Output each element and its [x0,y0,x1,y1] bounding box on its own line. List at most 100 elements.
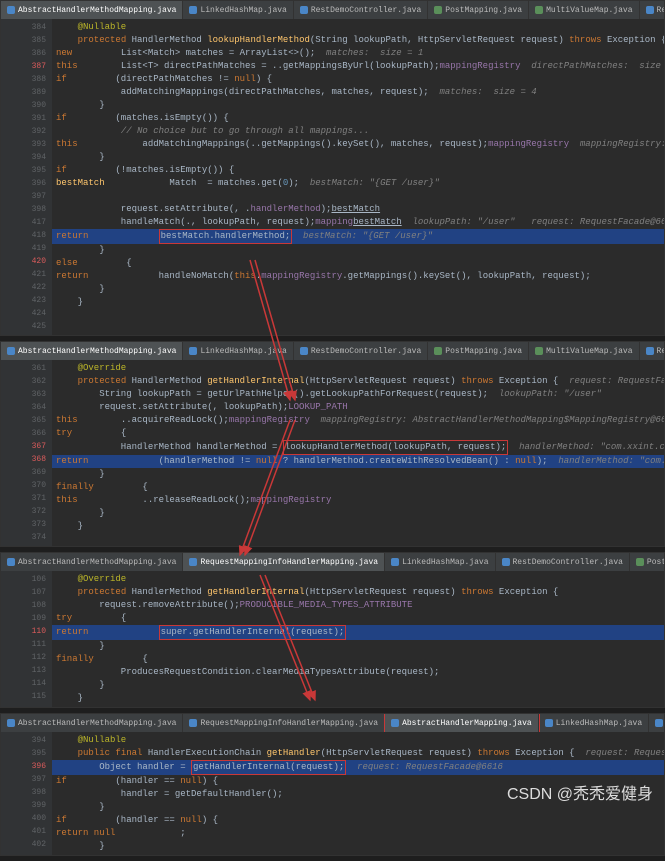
code-line[interactable]: } [52,99,664,112]
tab-restdemocontroller-java[interactable]: RestDemoController.java [294,1,428,19]
code-line[interactable]: @Override [52,362,664,375]
code-line[interactable]: HandlerMethod handlerMethod = lookupHand… [52,440,664,455]
tab-requestmappinginfohandlermapping-java[interactable]: RequestMappingInfoHandlerMapping.java [640,342,664,360]
tab-label: PostMapping.java [445,347,522,356]
tab-linkedhashmap-java[interactable]: LinkedHashMap.java [183,342,293,360]
code-line[interactable]: new List<Match> matches = ArrayList<>();… [52,47,664,60]
code-line[interactable]: } [52,507,664,520]
tab-multivaluemap-java[interactable]: MultiValueMap.java [529,1,639,19]
code-line[interactable]: if (directPathMatches != null) { [52,73,664,86]
tab-linkedhashmap-java[interactable]: LinkedHashMap.java [539,714,649,732]
tab-postmapping-java[interactable]: PostMapping.java [428,1,529,19]
code-line[interactable]: try { [52,612,664,625]
code-line[interactable]: Object handler = getHandlerInternal(requ… [52,760,664,775]
code-line[interactable]: if (!matches.isEmpty()) { [52,164,664,177]
code-line[interactable]: String lookupPath = getUrlPathHelper().g… [52,388,664,401]
code-line[interactable]: // No choice but to go through all mappi… [52,125,664,138]
tab-label: LinkedHashMap.java [200,6,286,15]
gutter: 3843853863873883893903913923933943953963… [1,19,52,335]
tab-requestmappinginfohandlermapping-java[interactable]: RequestMappingInfoHandlerMapping.java [183,553,385,571]
code-line[interactable]: bestMatch Match = matches.get(0); bestMa… [52,177,664,190]
gutter: 106107108109110111112113114115 [1,571,52,707]
code-line[interactable]: return handleNoMatch(this.mappingRegistr… [52,270,664,283]
code-line[interactable]: return bestMatch.handlerMethod; bestMatc… [52,229,664,244]
code-line[interactable]: } [52,468,664,481]
breakpoint[interactable]: 420 [1,255,46,268]
code-area[interactable]: @Override protected HandlerMethod getHan… [52,360,664,546]
code-line[interactable]: finally { [52,481,664,494]
tab-abstracthandlermethodmapping-java[interactable]: AbstractHandlerMethodMapping.java [1,342,183,360]
file-icon [7,6,15,14]
code-area[interactable]: @Nullable protected HandlerMethod lookup… [52,19,664,335]
tab-restdemocontroller-java[interactable]: RestDemoController.java [649,714,664,732]
code-line[interactable]: try { [52,427,664,440]
tab-restdemocontroller-java[interactable]: RestDemoController.java [294,342,428,360]
code-line[interactable]: protected HandlerMethod getHandlerIntern… [52,375,664,388]
code-line[interactable]: } [52,520,664,533]
breakpoint[interactable]: 367 [1,440,46,453]
file-icon [502,558,510,566]
code-line[interactable]: } [52,151,664,164]
code-line[interactable]: if (matches.isEmpty()) { [52,112,664,125]
tab-restdemocontroller-java[interactable]: RestDemoController.java [496,553,630,571]
code-line[interactable]: return super.getHandlerInternal(request)… [52,625,664,640]
tab-abstracthandlermapping-java[interactable]: AbstractHandlerMapping.java [385,714,539,732]
code-line[interactable]: protected HandlerMethod getHandlerIntern… [52,586,664,599]
code-line[interactable]: } [52,283,664,296]
tab-label: LinkedHashMap.java [556,719,642,728]
code-line[interactable]: this ..acquireReadLock();mappingRegistry… [52,414,664,427]
code-line[interactable]: public final HandlerExecutionChain getHa… [52,747,664,760]
tab-label: PostMapping.java [647,558,664,567]
code-line[interactable]: addMatchingMappings(directPathMatches, m… [52,86,664,99]
tab-abstracthandlermethodmapping-java[interactable]: AbstractHandlerMethodMapping.java [1,553,183,571]
tab-requestmappinginfohandlermapping-java[interactable]: RequestMappingInfoHandlerMapping.java [183,714,385,732]
tab-linkedhashmap-java[interactable]: LinkedHashMap.java [183,1,293,19]
code-line[interactable]: } [52,840,664,853]
code-line[interactable]: } [52,296,664,309]
tab-linkedhashmap-java[interactable]: LinkedHashMap.java [385,553,495,571]
code-line[interactable]: request.removeAttribute();PRODUCIBLE_MED… [52,599,664,612]
code-line[interactable]: protected HandlerMethod lookupHandlerMet… [52,34,664,47]
code-area[interactable]: @Override protected HandlerMethod getHan… [52,571,664,707]
code-line[interactable]: @Override [52,573,664,586]
file-icon [189,558,197,566]
tab-requestmappinginfohandlermapping-java[interactable]: RequestMappingInfoHandlerMapping.java [640,1,664,19]
file-icon [189,6,197,14]
code-line[interactable]: finally { [52,653,664,666]
code-line[interactable]: else { [52,257,664,270]
tab-label: RequestMappingInfoHandlerMapping.java [200,719,378,728]
tab-abstracthandlermethodmapping-java[interactable]: AbstractHandlerMethodMapping.java [1,1,183,19]
tab-multivaluemap-java[interactable]: MultiValueMap.java [529,342,639,360]
code-line[interactable]: request.setAttribute(, lookupPath);LOOKU… [52,401,664,414]
tab-postmapping-java[interactable]: PostMapping.java [630,553,664,571]
code-line[interactable]: this List<T> directPathMatches = ..getMa… [52,60,664,73]
tab-postmapping-java[interactable]: PostMapping.java [428,342,529,360]
breakpoint[interactable]: 387 [1,60,46,73]
code-line[interactable]: } [52,692,664,705]
code-line[interactable]: return null ; [52,827,664,840]
editor-pane: AbstractHandlerMethodMapping.java LinkedH… [0,0,665,336]
code-line[interactable]: } [52,244,664,257]
breakpoint[interactable]: 110 [1,625,46,638]
code-line[interactable]: ProducesRequestCondition.clearMediaTypes… [52,666,664,679]
code-line[interactable]: @Nullable [52,21,664,34]
file-icon [189,347,197,355]
tab-label: AbstractHandlerMethodMapping.java [18,6,176,15]
tab-label: RequestMappingInfoHandlerMapping.java [657,347,664,356]
breakpoint[interactable]: 368 [1,453,46,466]
breakpoint[interactable]: 396 [1,760,46,773]
tab-label: RequestMappingInfoHandlerMapping.java [200,558,378,567]
code-line[interactable] [52,190,664,203]
highlighted-call: getHandlerInternal(request); [191,760,346,775]
code-line[interactable]: handleMatch(., lookupPath, request);mapp… [52,216,664,229]
code-line[interactable]: request.setAttribute(, .handlerMethod);b… [52,203,664,216]
tab-abstracthandlermethodmapping-java[interactable]: AbstractHandlerMethodMapping.java [1,714,183,732]
tab-label: MultiValueMap.java [546,6,632,15]
code-line[interactable]: } [52,640,664,653]
editor-pane: AbstractHandlerMethodMapping.java Request… [0,552,665,708]
code-line[interactable]: return (handlerMethod != null ? handlerM… [52,455,664,468]
code-line[interactable]: @Nullable [52,734,664,747]
code-line[interactable]: this ..releaseReadLock();mappingRegistry [52,494,664,507]
code-line[interactable]: this addMatchingMappings(..getMappings()… [52,138,664,151]
code-line[interactable]: } [52,679,664,692]
